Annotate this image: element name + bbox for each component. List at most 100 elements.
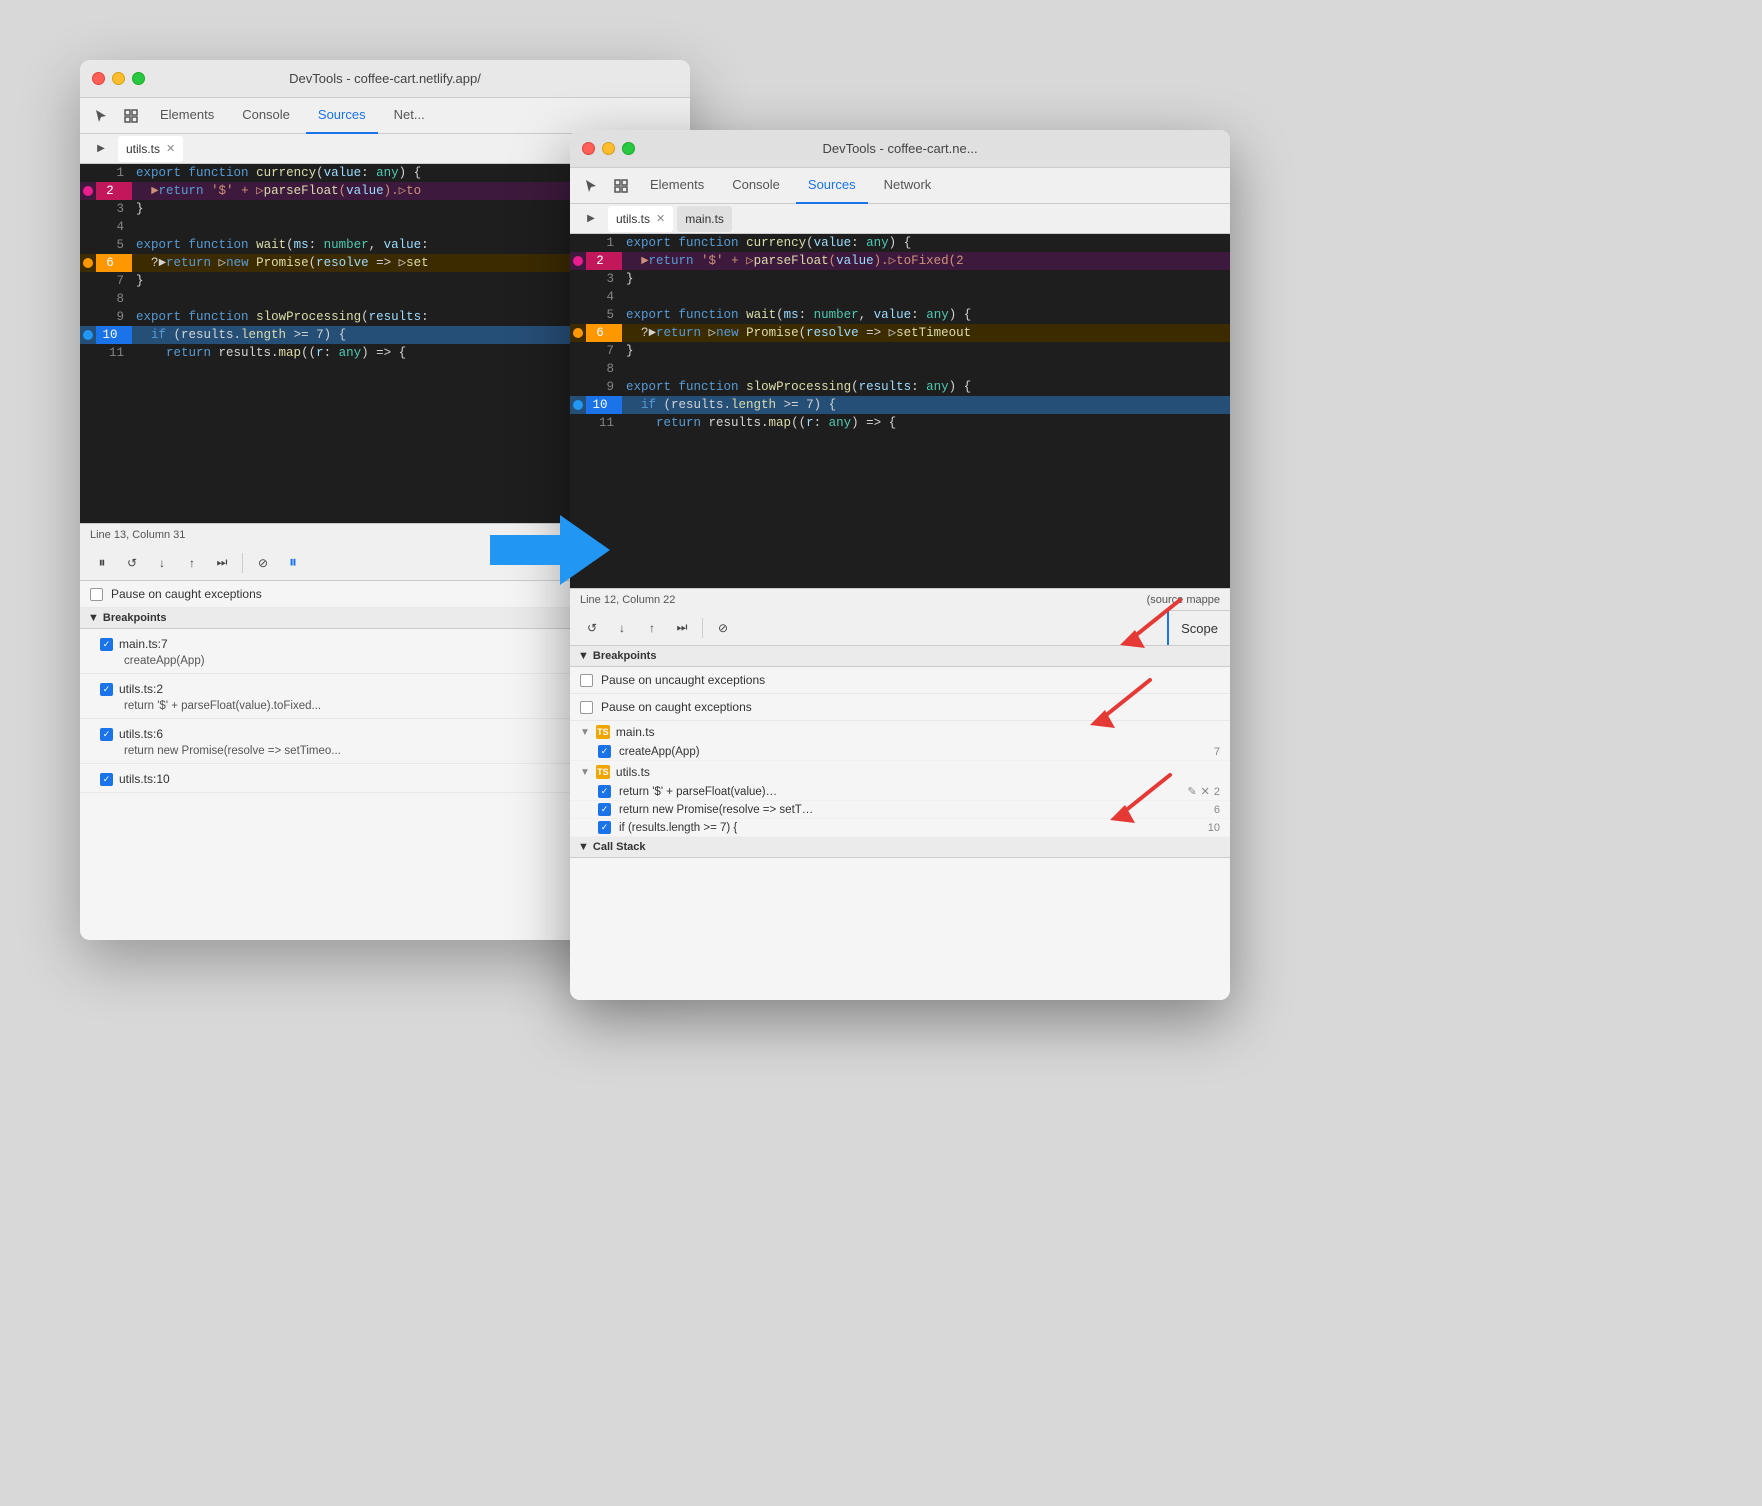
bp-checkbox-utils2-1[interactable]: ✓ (100, 683, 113, 696)
bp-checkbox-if-2[interactable]: ✓ (598, 821, 611, 834)
file-tab-utils-2[interactable]: utils.ts ✕ (608, 206, 673, 232)
tab-network-1[interactable]: Net... (382, 98, 437, 134)
bp-entry-main-createapp-2: ✓ createApp(App) 7 (570, 743, 1230, 761)
code-line-2-10: 10 if (results.length >= 7) { (570, 396, 1230, 414)
window-title-1: DevTools - coffee-cart.netlify.app/ (289, 71, 481, 86)
pause-exception-label-1: Pause on caught exceptions (111, 587, 262, 601)
tab-elements-1[interactable]: Elements (148, 98, 226, 134)
bp-checkbox-main-1[interactable]: ✓ (100, 638, 113, 651)
bp-section-utils-name-2: utils.ts (616, 765, 650, 779)
bp-file-name-utils6-1: utils.ts:6 (119, 727, 163, 741)
minimize-button-2[interactable] (602, 142, 615, 155)
continue-btn-2[interactable]: ⏭ (670, 616, 694, 640)
pause-caught-checkbox-2[interactable] (580, 701, 593, 714)
play-icon-2[interactable]: ▶ (578, 206, 604, 232)
file-tab-name-main-2: main.ts (685, 212, 724, 226)
close-button-1[interactable] (92, 72, 105, 85)
triangle-utils-icon-2: ▼ (580, 767, 590, 778)
tab-elements-2[interactable]: Elements (638, 168, 716, 204)
bp-checkbox-return1-2[interactable]: ✓ (598, 785, 611, 798)
pause-exception-checkbox-1[interactable] (90, 588, 103, 601)
pause-caught-label-2: Pause on caught exceptions (601, 700, 752, 714)
tab-sources-1[interactable]: Sources (306, 98, 378, 134)
continue-btn-1[interactable]: ⏭ (210, 551, 234, 575)
devtools-tabs-1: Elements Console Sources Net... (80, 98, 690, 134)
pause-uncaught-checkbox-2[interactable] (580, 674, 593, 687)
code-line-2-1: 1 export function currency(value: any) { (570, 234, 1230, 252)
blue-arrow (490, 510, 610, 590)
red-arrow-2 (1070, 670, 1160, 735)
triangle-callstack-icon-2: ▼ (578, 841, 589, 853)
devtools-tabs-2: Elements Console Sources Network (570, 168, 1230, 204)
step-out-btn-2[interactable]: ↑ (640, 616, 664, 640)
pause-resume-btn-1[interactable]: ⏸ (90, 551, 114, 575)
tab-console-1[interactable]: Console (230, 98, 302, 134)
minimize-button-1[interactable] (112, 72, 125, 85)
deactivate-btn-1[interactable]: ⊘ (251, 551, 275, 575)
traffic-lights-2 (582, 142, 635, 155)
toolbar-sep-2 (702, 618, 703, 638)
triangle-down-icon-2: ▼ (578, 650, 589, 662)
code-line-2-2: 2 ►return '$' + ▷parseFloat(value).▷toFi… (570, 252, 1230, 270)
tab-network-2[interactable]: Network (872, 168, 944, 204)
red-arrow-1 (1100, 590, 1190, 660)
code-line-2-5: 5 export function wait(ms: number, value… (570, 306, 1230, 324)
code-line-2-9: 9 export function slowProcessing(results… (570, 378, 1230, 396)
bp-section-main-name-2: main.ts (616, 725, 655, 739)
file-tab-close-utils-2[interactable]: ✕ (656, 212, 665, 225)
titlebar-2: DevTools - coffee-cart.ne... (570, 130, 1230, 168)
layers-icon[interactable] (118, 103, 144, 129)
step-out-btn-1[interactable]: ↑ (180, 551, 204, 575)
toolbar-sep-1 (242, 553, 243, 573)
step-into-btn-2[interactable]: ↓ (610, 616, 634, 640)
bp-text-createapp-2: createApp(App) (619, 746, 700, 758)
maximize-button-2[interactable] (622, 142, 635, 155)
bp-checkbox-createapp-2[interactable]: ✓ (598, 745, 611, 758)
code-line-2-6: 6 ?►return ▷new Promise(resolve => ▷setT… (570, 324, 1230, 342)
bp-checkbox-utils6-1[interactable]: ✓ (100, 728, 113, 741)
cursor-position-2: Line 12, Column 22 (580, 594, 675, 606)
file-icon-main-2: TS (596, 725, 610, 739)
bp-num-if-2: 10 (1208, 822, 1220, 834)
deactivate-btn-2[interactable]: ⊘ (711, 616, 735, 640)
devtools-window-2: DevTools - coffee-cart.ne... Elements Co… (570, 130, 1230, 1000)
breakpoints-label-2: Breakpoints (593, 650, 657, 662)
step-over-btn-1[interactable]: ↺ (120, 551, 144, 575)
play-icon-1[interactable]: ▶ (88, 136, 114, 162)
triangle-down-icon-1: ▼ (88, 612, 99, 624)
code-line-2-4: 4 (570, 288, 1230, 306)
step-back-btn-2[interactable]: ↺ (580, 616, 604, 640)
edit-icon-return1-2[interactable]: ✎ (1187, 785, 1196, 798)
file-tab-name-utils-2: utils.ts (616, 212, 650, 226)
cursor-icon-2[interactable] (578, 173, 604, 199)
bp-checkbox-utils10-1[interactable]: ✓ (100, 773, 113, 786)
maximize-button-1[interactable] (132, 72, 145, 85)
file-tab-close-1[interactable]: ✕ (166, 142, 175, 155)
code-editor-2[interactable]: 1 export function currency(value: any) {… (570, 234, 1230, 588)
cursor-icon[interactable] (88, 103, 114, 129)
step-into-btn-1[interactable]: ↓ (150, 551, 174, 575)
code-line-2-3: 3 } (570, 270, 1230, 288)
code-line-2-11: 11 return results.map((r: any) => { (570, 414, 1230, 432)
tab-console-2[interactable]: Console (720, 168, 792, 204)
file-tab-utils-1[interactable]: utils.ts ✕ (118, 136, 183, 162)
breakpoints-label-1: Breakpoints (103, 612, 167, 624)
traffic-lights-1 (92, 72, 145, 85)
layers-icon-2[interactable] (608, 173, 634, 199)
file-tab-main-2[interactable]: main.ts (677, 206, 732, 232)
pause-play-btn-1[interactable]: ⏸ (281, 551, 305, 575)
callstack-header-2[interactable]: ▼ Call Stack (570, 837, 1230, 858)
delete-icon-return1-2[interactable]: ✕ (1201, 785, 1210, 798)
pause-uncaught-label-2: Pause on uncaught exceptions (601, 673, 765, 687)
tab-sources-2[interactable]: Sources (796, 168, 868, 204)
code-line-2-7: 7 } (570, 342, 1230, 360)
red-arrow-3 (1090, 765, 1180, 830)
bp-file-name-utils10-1: utils.ts:10 (119, 772, 170, 786)
bp-checkbox-promise-2[interactable]: ✓ (598, 803, 611, 816)
callstack-label-2: Call Stack (593, 841, 646, 853)
titlebar-1: DevTools - coffee-cart.netlify.app/ (80, 60, 690, 98)
close-button-2[interactable] (582, 142, 595, 155)
window-title-2: DevTools - coffee-cart.ne... (822, 141, 977, 156)
file-tabs-2: ▶ utils.ts ✕ main.ts (570, 204, 1230, 234)
bp-num-createapp-2: 7 (1214, 746, 1220, 758)
